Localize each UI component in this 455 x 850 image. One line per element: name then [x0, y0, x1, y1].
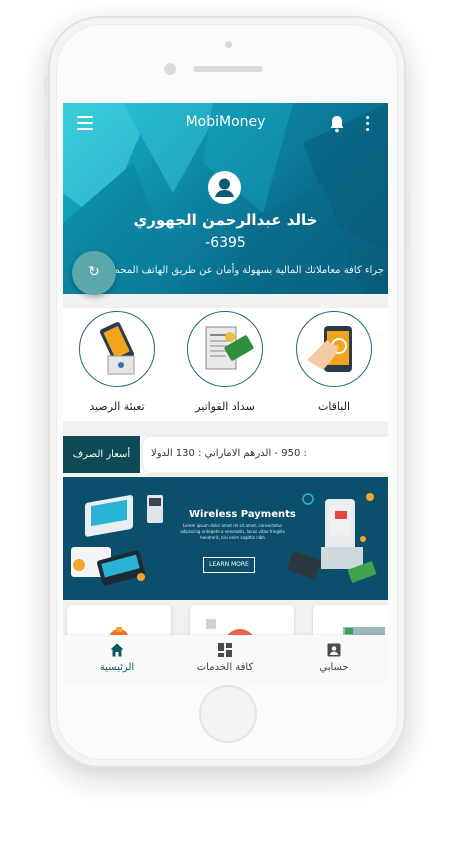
service-topup[interactable]: تعبئة الرصيد: [63, 308, 171, 421]
home-icon: [110, 643, 124, 657]
service-label: الباقات: [317, 400, 351, 413]
front-camera: [164, 63, 176, 75]
nav-label: الرئيسية: [99, 662, 135, 673]
mute-switch: [44, 76, 48, 96]
more-options-icon[interactable]: [366, 116, 370, 132]
app-bar: MobiMoney: [63, 103, 388, 145]
bottom-navigation: حسابي كافة الخدمات الرئيسية: [63, 635, 388, 685]
touch-phone-icon: [296, 311, 372, 387]
account-icon: [327, 643, 341, 657]
home-hardware-button: [199, 685, 257, 743]
rates-ticker-text: : 950 - الدرهم الاماراتي : 130 الدولا: [151, 448, 307, 459]
user-icon: [215, 178, 234, 197]
learn-more-button[interactable]: LEARN MORE: [203, 557, 255, 573]
carousel-indicators[interactable]: [209, 589, 241, 600]
sensor-dot: [225, 41, 232, 48]
banner-title: Wireless Payments: [189, 509, 296, 520]
user-number: -6395: [205, 235, 246, 251]
user-name: خالد عبدالرحمن الجهوري: [133, 211, 318, 229]
power-button: [406, 194, 410, 250]
service-bundles[interactable]: الباقات: [280, 308, 388, 421]
bill-payment-icon: [187, 311, 263, 387]
earpiece-speaker: [193, 66, 263, 72]
rates-title[interactable]: أسعار الصرف: [63, 436, 140, 473]
refresh-button[interactable]: ↻: [72, 251, 116, 295]
app-screen: MobiMoney خالد عبدالرحمن الجهوري -6395 ج…: [63, 103, 388, 685]
refresh-icon: ↻: [88, 264, 100, 280]
promo-banner[interactable]: Wireless Payments Lorem ipsum dolor amet…: [63, 477, 388, 600]
volume-button: [44, 121, 48, 161]
nav-account[interactable]: حسابي: [280, 635, 388, 685]
quick-services: الباقات سداد الفواتير تعبئة الرصيد: [63, 308, 388, 421]
nav-label: كافة الخدمات: [196, 662, 254, 673]
service-label: تعبئة الرصيد: [89, 400, 145, 413]
rates-ticker: : 950 - الدرهم الاماراتي : 130 الدولا: [143, 437, 388, 472]
grid-icon: [218, 643, 232, 657]
nav-home[interactable]: الرئيسية: [63, 635, 171, 685]
bell-icon[interactable]: [329, 115, 345, 133]
nav-label: حسابي: [319, 662, 349, 673]
avatar[interactable]: [208, 171, 241, 204]
service-label: سداد الفواتير: [195, 400, 255, 413]
nav-all-services[interactable]: كافة الخدمات: [171, 635, 279, 685]
topup-phone-icon: [79, 311, 155, 387]
banner-body: Lorem ipsum dolor amet mi sit amet, cons…: [180, 523, 285, 540]
exchange-rates-bar: : 950 - الدرهم الاماراتي : 130 الدولا أس…: [63, 436, 388, 473]
service-bill-payment[interactable]: سداد الفواتير: [171, 308, 279, 421]
tagline: جراء كافة معاملاتك المالية بسهولة وأمان …: [102, 265, 384, 276]
